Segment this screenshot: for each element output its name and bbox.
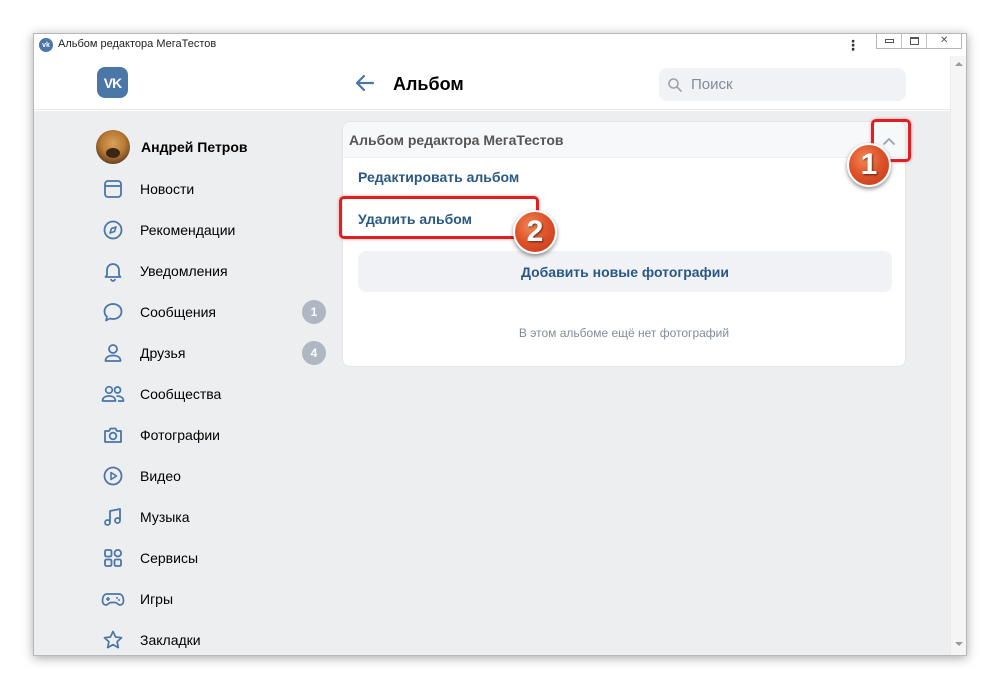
users-icon [101,382,125,406]
messages-count-badge: 1 [302,300,326,324]
sidebar-item-label: Игры [140,591,174,607]
music-icon [101,505,125,529]
scrollbar[interactable] [950,56,966,655]
sidebar-item-photos[interactable]: Фотографии [94,417,326,453]
sidebar-item-bookmarks[interactable]: Закладки [94,622,326,655]
sidebar-item-label: Сервисы [140,550,199,566]
sidebar-item-label: Сообщества [140,386,222,402]
sidebar-item-label: Новости [140,181,195,197]
sidebar-item-notifications[interactable]: Уведомления [94,253,326,289]
sidebar-item-label: Фотографии [140,427,221,443]
sidebar-item-music[interactable]: Музыка [94,499,326,535]
scroll-up-arrow-icon[interactable] [955,62,963,66]
sidebar-item-recommendations[interactable]: Рекомендации [94,212,326,248]
sidebar-item-label: Друзья [140,345,186,361]
album-card: Альбом редактора МегаТестов Редактироват… [342,121,906,367]
album-title: Альбом редактора МегаТестов [349,132,564,148]
search-icon [668,78,682,92]
bell-icon [101,259,125,283]
sidebar-item-news[interactable]: Новости [94,171,326,207]
news-icon [101,177,125,201]
sidebar-item-label: Видео [140,468,181,484]
close-button[interactable]: ✕ [927,34,961,48]
step-marker-1: 1 [847,143,891,187]
sidebar-item-services[interactable]: Сервисы [94,540,326,576]
play-icon [101,464,125,488]
window-controls: ✕ [876,34,962,49]
page-title: Альбом [393,74,464,94]
sidebar-item-label: Сообщения [140,304,216,320]
star-icon [101,628,125,652]
camera-icon [101,423,125,447]
message-icon [101,300,125,324]
compass-icon [101,218,125,242]
top-header: VK Альбом Поиск [34,56,950,110]
user-icon [101,341,125,365]
sidebar-item-label: Музыка [140,509,190,525]
add-photos-button[interactable]: Добавить новые фотографии [358,251,892,292]
window-menu-button[interactable]: ⋮ [846,36,860,54]
sidebar-item-games[interactable]: Игры [94,581,326,617]
highlight-frame-delete [339,196,539,239]
gamepad-icon [101,587,125,611]
sidebar-item-label: Закладки [140,632,201,648]
avatar[interactable] [96,130,130,164]
vk-logo[interactable]: VK [97,67,128,98]
close-icon: ✕ [939,35,949,46]
title-bar: vk Альбом редактора МегаТестов ⋮ ✕ [34,34,966,56]
search-placeholder: Поиск [691,76,733,93]
grid-icon [101,546,125,570]
back-arrow-icon[interactable] [353,71,377,95]
vk-small-logo-icon: vk [39,38,53,52]
sidebar-item-video[interactable]: Видео [94,458,326,494]
sidebar-item-profile[interactable]: Андрей Петров [94,129,326,165]
sidebar-item-communities[interactable]: Сообщества [94,376,326,412]
step-marker-2: 2 [513,210,557,254]
edit-album-link[interactable]: Редактировать альбом [358,169,519,185]
search-input[interactable]: Поиск [659,68,906,101]
empty-album-note: В этом альбоме ещё нет фотографий [518,326,730,340]
album-card-header: Альбом редактора МегаТестов [343,122,905,158]
scroll-down-arrow-icon[interactable] [955,642,963,646]
minimize-button[interactable] [877,34,903,48]
sidebar-item-messages[interactable]: Сообщения 1 [94,294,326,330]
maximize-button[interactable] [902,34,928,48]
maximize-icon [909,37,919,45]
sidebar-item-label: Рекомендации [140,222,236,238]
profile-name: Андрей Петров [141,139,248,155]
window-title: Альбом редактора МегаТестов [58,38,217,50]
minimize-icon [884,39,894,43]
friends-count-badge: 4 [302,341,326,365]
app-window: vk Альбом редактора МегаТестов ⋮ ✕ VK Ал… [33,33,967,656]
sidebar-item-label: Уведомления [140,263,228,279]
sidebar-item-friends[interactable]: Друзья 4 [94,335,326,371]
